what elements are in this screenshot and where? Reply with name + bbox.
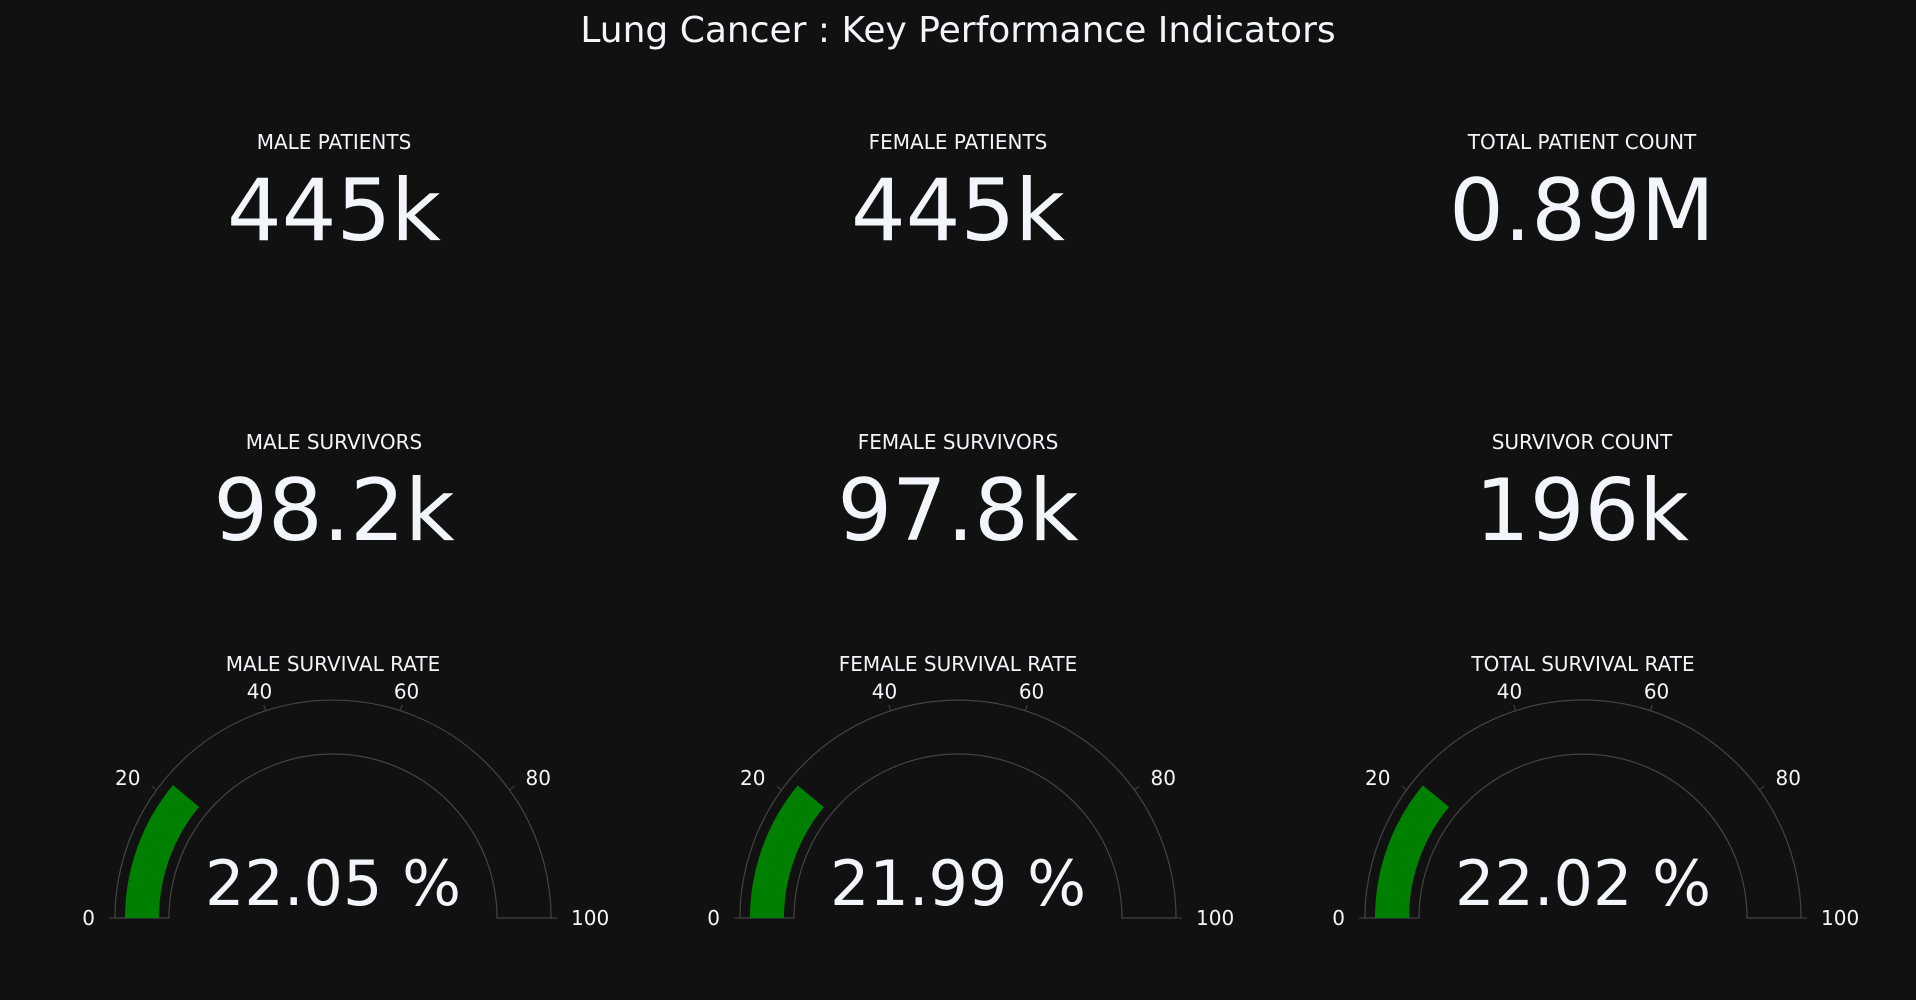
gauge-title: MALE SURVIVAL RATE bbox=[226, 652, 440, 676]
gauge-title: FEMALE SURVIVAL RATE bbox=[839, 652, 1078, 676]
gauge-tick-label: 0 bbox=[707, 906, 720, 930]
gauge-tick bbox=[1513, 704, 1517, 711]
gauge-tick bbox=[1024, 704, 1028, 711]
gauge-tick-label: 80 bbox=[526, 766, 551, 790]
gauge-tick-label: 60 bbox=[1019, 680, 1044, 704]
gauge-tick bbox=[776, 785, 782, 791]
gauge-tick-label: 40 bbox=[247, 680, 272, 704]
gauge-tick-label: 60 bbox=[394, 680, 419, 704]
gauge-value-bar bbox=[750, 785, 824, 918]
gauge-tick bbox=[263, 704, 267, 711]
gauge-value: 22.02 % bbox=[1455, 847, 1711, 920]
gauge-value: 21.99 % bbox=[830, 847, 1086, 920]
gauge-tick bbox=[1649, 704, 1653, 711]
gauge-tick-label: 60 bbox=[1644, 680, 1669, 704]
gauge-tick-label: 100 bbox=[571, 906, 609, 930]
gauge-charts: 0 20 40 60 80 100 MALE SURVIVAL RATE 22.05 % 0 20… bbox=[82, 652, 1859, 930]
gauge-tick-label: 40 bbox=[872, 680, 897, 704]
gauge-value: 22.05 % bbox=[205, 847, 461, 920]
gauge-tick bbox=[1759, 785, 1765, 791]
gauge-tick-label: 100 bbox=[1196, 906, 1234, 930]
gauge-tick-label: 40 bbox=[1497, 680, 1522, 704]
gauge-tick bbox=[399, 704, 403, 711]
gauge-tick bbox=[888, 704, 892, 711]
gauge-title: TOTAL SURVIVAL RATE bbox=[1470, 652, 1694, 676]
gauge-tick-label: 100 bbox=[1821, 906, 1859, 930]
gauge-tick-label: 80 bbox=[1776, 766, 1801, 790]
gauge-value-bar bbox=[125, 785, 200, 918]
gauge-tick-label: 0 bbox=[1332, 906, 1345, 930]
gauge-tick-label: 20 bbox=[115, 766, 140, 790]
gauge-tick bbox=[1401, 785, 1407, 791]
gauge-tick bbox=[1134, 785, 1140, 791]
gauge-tick-label: 20 bbox=[1365, 766, 1390, 790]
gauge-tick bbox=[509, 785, 515, 791]
gauge-tick-label: 20 bbox=[740, 766, 765, 790]
gauge-tick-label: 80 bbox=[1151, 766, 1176, 790]
gauge-tick bbox=[151, 785, 157, 791]
gauge-value-bar bbox=[1375, 785, 1450, 918]
gauge-tick-label: 0 bbox=[82, 906, 95, 930]
